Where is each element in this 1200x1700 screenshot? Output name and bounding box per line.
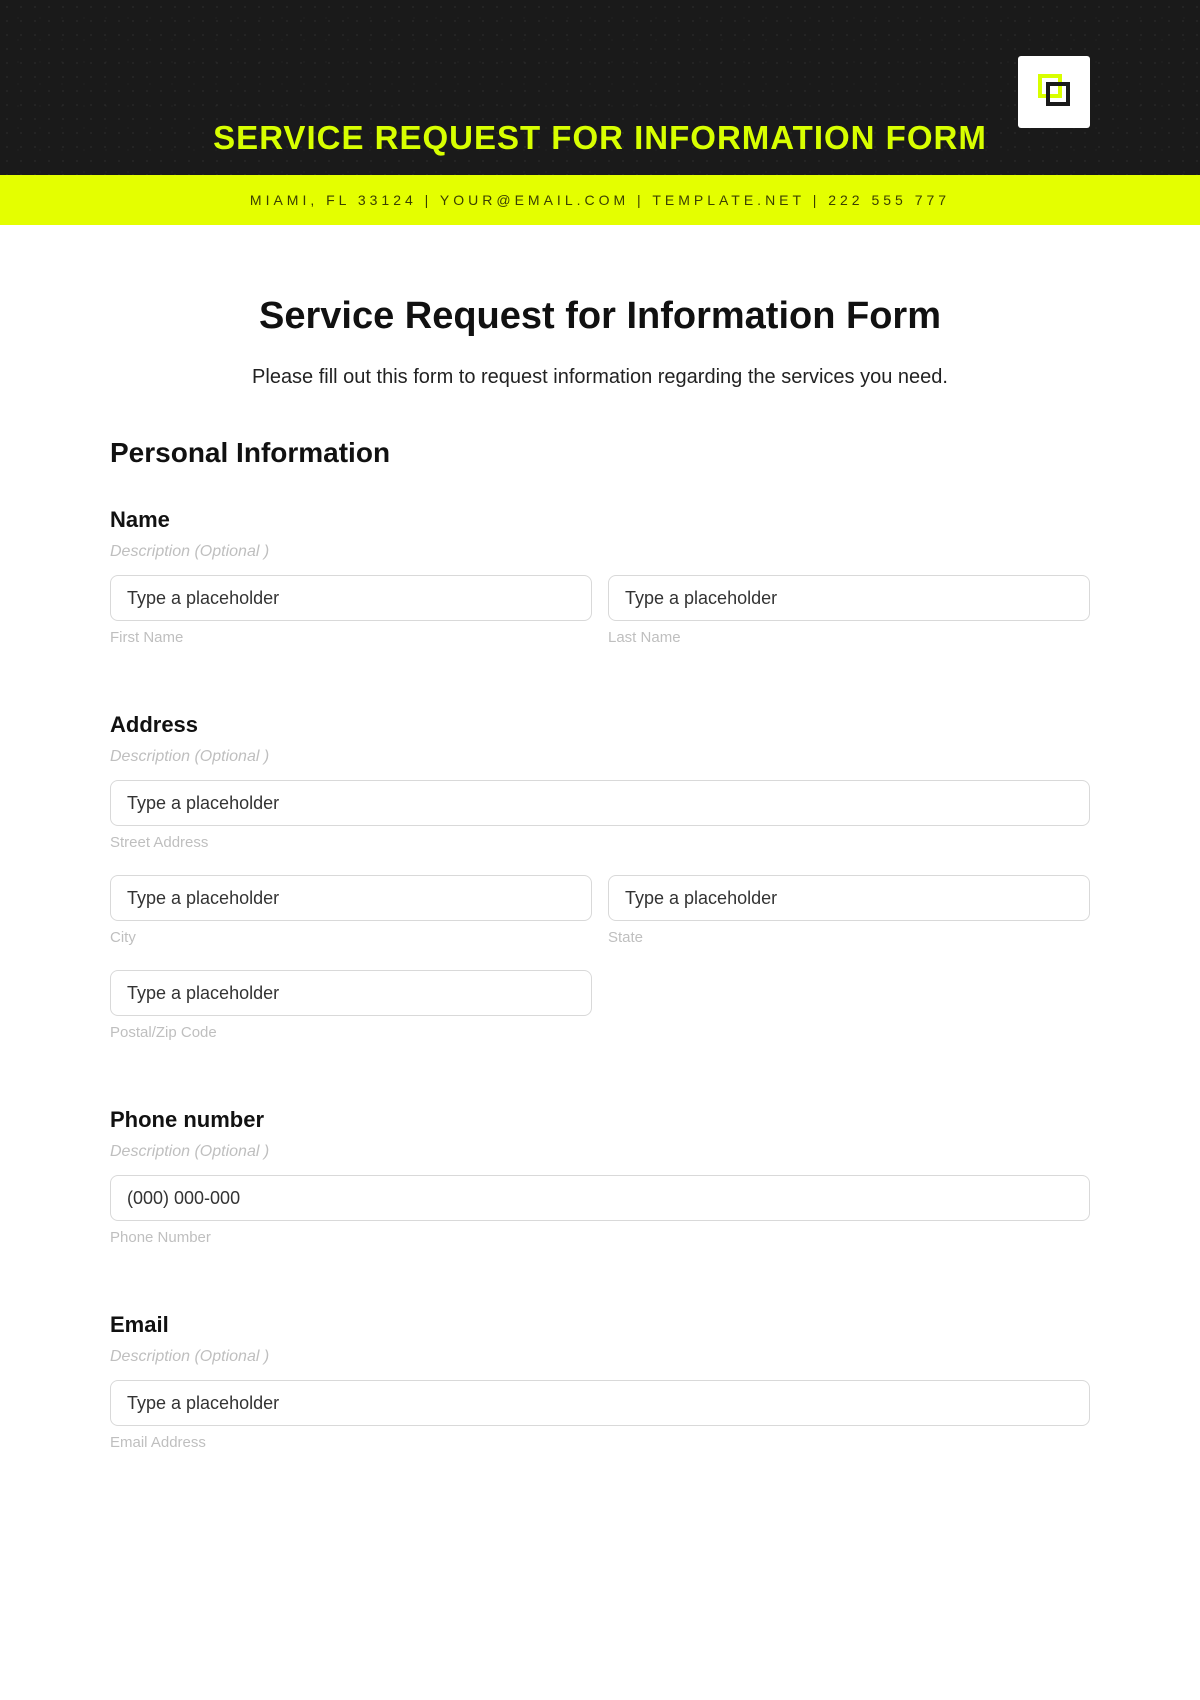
field-label-email: Email — [110, 1312, 1090, 1338]
email-address-input[interactable] — [110, 1380, 1090, 1426]
field-group-phone: Phone number Description (Optional ) Pho… — [110, 1107, 1090, 1264]
contact-bar: MIAMI, FL 33124 | YOUR@EMAIL.COM | TEMPL… — [0, 175, 1200, 225]
section-title-personal: Personal Information — [110, 437, 1090, 469]
page-title: Service Request for Information Form — [110, 295, 1090, 338]
contact-line: MIAMI, FL 33124 | YOUR@EMAIL.COM | TEMPL… — [250, 192, 950, 208]
city-sublabel: City — [110, 929, 592, 946]
last-name-input[interactable] — [608, 575, 1090, 621]
hero-banner: SERVICE REQUEST FOR INFORMATION FORM — [0, 0, 1200, 175]
page-body: Service Request for Information Form Ple… — [0, 225, 1200, 1557]
street-address-sublabel: Street Address — [110, 834, 1090, 851]
logo-box — [1018, 56, 1090, 128]
email-address-sublabel: Email Address — [110, 1434, 1090, 1451]
field-label-name: Name — [110, 507, 1090, 533]
field-group-email: Email Description (Optional ) Email Addr… — [110, 1312, 1090, 1469]
street-address-input[interactable] — [110, 780, 1090, 826]
field-group-address: Address Description (Optional ) Street A… — [110, 712, 1090, 1059]
last-name-sublabel: Last Name — [608, 629, 1090, 646]
postal-code-sublabel: Postal/Zip Code — [110, 1024, 592, 1041]
phone-number-sublabel: Phone Number — [110, 1229, 1090, 1246]
city-input[interactable] — [110, 875, 592, 921]
state-input[interactable] — [608, 875, 1090, 921]
hero-title: SERVICE REQUEST FOR INFORMATION FORM — [213, 119, 987, 157]
field-hint-email: Description (Optional ) — [110, 1348, 1090, 1366]
state-sublabel: State — [608, 929, 1090, 946]
postal-code-input[interactable] — [110, 970, 592, 1016]
field-hint-name: Description (Optional ) — [110, 543, 1090, 561]
first-name-sublabel: First Name — [110, 629, 592, 646]
page-description: Please fill out this form to request inf… — [110, 366, 1090, 389]
field-label-phone: Phone number — [110, 1107, 1090, 1133]
field-hint-phone: Description (Optional ) — [110, 1143, 1090, 1161]
phone-number-input[interactable] — [110, 1175, 1090, 1221]
field-label-address: Address — [110, 712, 1090, 738]
field-hint-address: Description (Optional ) — [110, 748, 1090, 766]
first-name-input[interactable] — [110, 575, 592, 621]
field-group-name: Name Description (Optional ) First Name … — [110, 507, 1090, 664]
logo-icon — [1034, 70, 1074, 115]
